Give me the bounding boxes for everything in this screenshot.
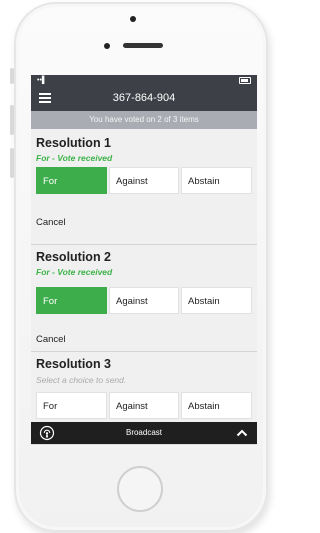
- signal-icon: ••▌: [37, 77, 47, 84]
- vote-hint: Select a choice to send.: [36, 375, 127, 385]
- choice-row: For Against Abstain: [36, 392, 252, 419]
- camera: [130, 16, 136, 22]
- phone-screen: ••▌ 367-864-904 You have voted on 2 of 3…: [31, 75, 257, 447]
- resolution-title: Resolution 3: [36, 357, 112, 371]
- resolution-title: Resolution 2: [36, 250, 112, 264]
- choice-row: For Against Abstain: [36, 287, 252, 314]
- front-camera: [104, 43, 110, 49]
- cancel-button[interactable]: Cancel: [36, 217, 66, 228]
- vote-status: For - Vote received: [36, 153, 113, 163]
- meeting-id: 367-864-904: [112, 92, 176, 104]
- choice-abstain-button[interactable]: Abstain: [181, 167, 252, 194]
- choice-for-button[interactable]: For: [36, 167, 107, 194]
- earpiece-speaker: [123, 43, 163, 48]
- choice-for-button[interactable]: For: [36, 287, 107, 314]
- cancel-button[interactable]: Cancel: [36, 334, 66, 345]
- home-button[interactable]: [117, 466, 163, 512]
- app-header: 367-864-904: [31, 85, 257, 111]
- resolution-title: Resolution 1: [36, 136, 112, 150]
- choice-row: For Against Abstain: [36, 167, 252, 194]
- battery-icon: [239, 77, 251, 84]
- chevron-up-icon[interactable]: [235, 426, 249, 440]
- broadcast-label: Broadcast: [125, 428, 163, 437]
- resolution-card: Resolution 1 For - Vote received For Aga…: [31, 129, 257, 236]
- resolution-card: Resolution 2 For - Vote received For Aga…: [31, 245, 257, 351]
- choice-for-button[interactable]: For: [36, 392, 107, 419]
- status-bar: ••▌: [31, 75, 257, 85]
- choice-against-button[interactable]: Against: [109, 392, 179, 419]
- choice-against-button[interactable]: Against: [109, 287, 179, 314]
- volume-down-button: [10, 148, 14, 178]
- vote-status: For - Vote received: [36, 267, 113, 277]
- mute-switch: [10, 68, 14, 84]
- choice-against-button[interactable]: Against: [109, 167, 179, 194]
- tab-bar: [31, 444, 257, 447]
- choice-abstain-button[interactable]: Abstain: [181, 392, 252, 419]
- vote-summary-banner: You have voted on 2 of 3 items: [31, 111, 257, 129]
- broadcast-bar[interactable]: Broadcast: [31, 422, 257, 444]
- resolution-card: Resolution 3 Select a choice to send. Fo…: [31, 352, 257, 422]
- volume-up-button: [10, 105, 14, 135]
- choice-abstain-button[interactable]: Abstain: [181, 287, 252, 314]
